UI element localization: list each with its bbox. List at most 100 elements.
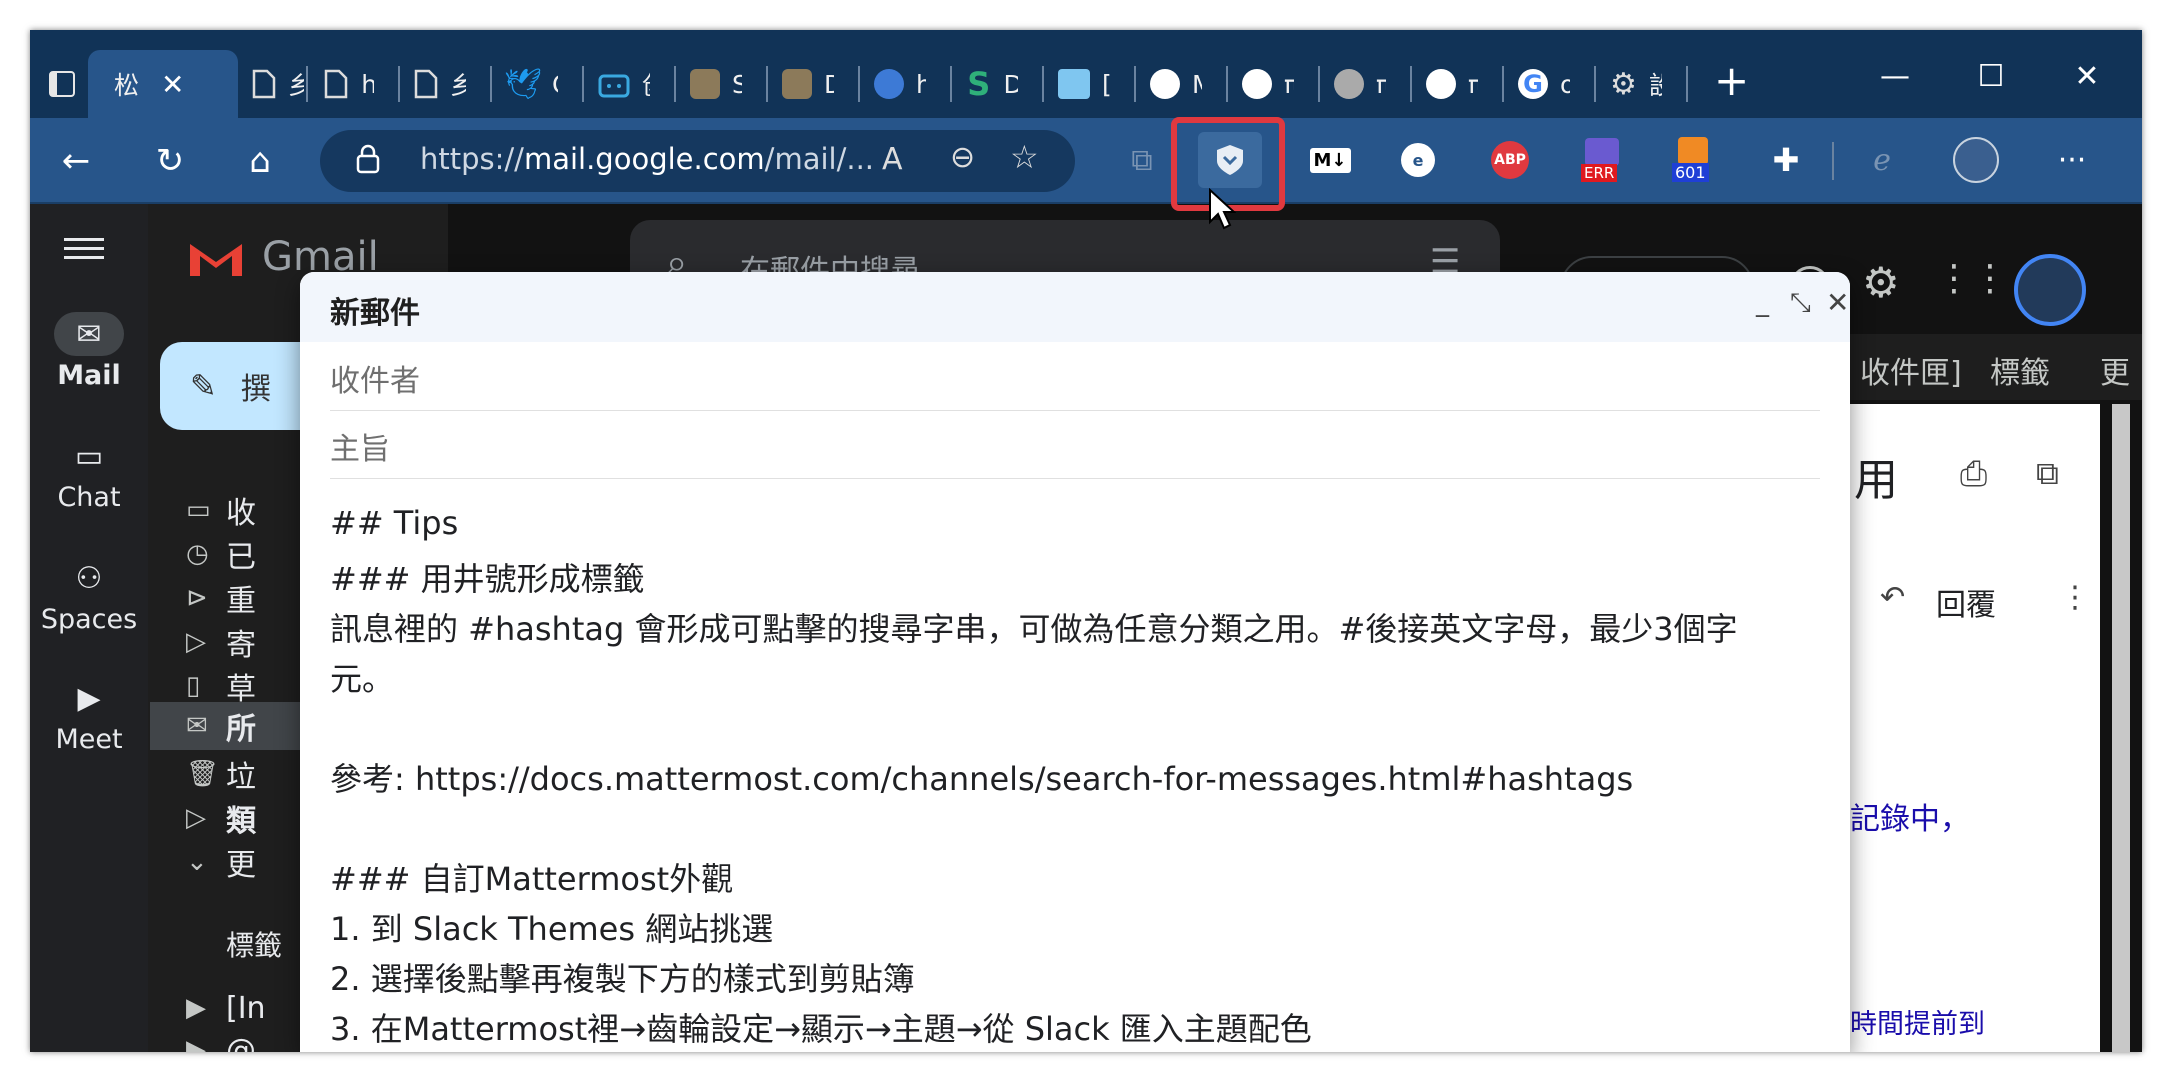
minimize-icon[interactable]: _ (1756, 288, 1769, 318)
zoom-out-icon[interactable]: ⊖ (950, 140, 975, 175)
apps-grid-icon[interactable]: ⋮⋮ (1936, 258, 2008, 299)
url-path: /mail/... (764, 142, 875, 176)
tab[interactable]: S D (952, 50, 1018, 118)
nav-label: 更 (226, 848, 256, 883)
mailbox-tabs: 收件匣] 標籤 更 (1840, 334, 2142, 400)
profile-avatar[interactable] (1950, 134, 2002, 186)
tab[interactable]: ⚙ 設 (1596, 50, 1662, 118)
maximize-button[interactable]: ☐ (1946, 50, 2036, 102)
nav-all-mail[interactable]: ✉ 所 (186, 706, 256, 747)
tab-label: h (361, 69, 374, 99)
nav-label: 類 (226, 804, 256, 839)
nav-snoozed[interactable]: ◷ 已 (186, 534, 256, 575)
home-button[interactable]: ⌂ (230, 132, 290, 190)
collections-icon[interactable]: ⧉ (1116, 134, 1168, 186)
pencil-icon: ✎ (190, 367, 217, 405)
rss-extension-icon[interactable]: 601 (1668, 134, 1720, 186)
close-window-button[interactable]: ✕ (2042, 50, 2132, 102)
back-button[interactable]: ← (46, 132, 106, 190)
tab[interactable]: M (1136, 50, 1202, 118)
tab[interactable]: 创 (584, 50, 650, 118)
tab[interactable]: D (768, 50, 834, 118)
to-field[interactable]: 收件者 (330, 342, 1820, 411)
send-icon: ▷ (186, 627, 206, 657)
browser-window: 松 ✕ 乡 h 乡 🕊 C 创 S (30, 30, 2142, 1052)
close-icon[interactable]: ✕ (1826, 286, 1849, 319)
minimize-button[interactable]: — (1850, 50, 1940, 102)
tab[interactable]: π (1412, 50, 1478, 118)
nav-drafts[interactable]: ▯ 草 (186, 666, 256, 707)
reply-arrow-icon[interactable]: ↶ (1880, 580, 1905, 615)
compose-body[interactable]: ## Tips ### 用井號形成標籤 訊息裡的 #hashtag 會形成可點擊… (300, 478, 1850, 1052)
open-new-window-icon[interactable]: ⧉ (2036, 454, 2059, 493)
rail-mail[interactable]: ✉ Mail (30, 312, 148, 391)
rail-spaces[interactable]: ⚇ Spaces (30, 556, 148, 636)
lock-icon (356, 144, 380, 174)
address-bar[interactable]: https://mail.google.com/mail/... A ⊖ ☆ (320, 130, 1075, 192)
eye-extension-icon[interactable]: e (1392, 134, 1444, 186)
adblock-plus-icon[interactable]: ABP (1484, 134, 1536, 186)
scrollbar[interactable] (2112, 404, 2130, 1052)
err-badge: ERR (1581, 164, 1618, 182)
rail-chat[interactable]: ▭ Chat (30, 434, 148, 514)
more-menu-button[interactable]: ··· (2046, 134, 2098, 186)
label-item[interactable]: ▶ [In (186, 988, 266, 1028)
message-link-text[interactable]: 記錄中， (1850, 794, 1970, 838)
new-tab-button[interactable]: + (1714, 56, 1749, 105)
nav-categories[interactable]: ▷ 類 (186, 798, 256, 839)
more-vert-icon[interactable]: ⋮ (2060, 580, 2090, 615)
tab[interactable]: π (1228, 50, 1294, 118)
nav-sent[interactable]: ▷ 寄 (186, 622, 256, 663)
tab-active[interactable]: 松 ✕ (88, 50, 238, 118)
hamburger-icon[interactable] (64, 232, 104, 265)
tab[interactable]: 乡 (400, 50, 466, 118)
rail-meet[interactable]: ▶ Meet (30, 676, 148, 756)
favorite-add-icon[interactable]: ☆ (1010, 138, 1039, 176)
tab-label: π (1284, 69, 1294, 99)
nav-label: 重 (226, 584, 256, 619)
settings-gear-icon[interactable]: ⚙ (1862, 258, 1900, 307)
extensions-puzzle-icon[interactable]: ✚ (1760, 134, 1812, 186)
tab-more-label[interactable]: 更 (2100, 348, 2130, 392)
rail-chat-label: Chat (57, 482, 121, 513)
tab-label: 创 (642, 66, 650, 102)
tab[interactable]: G o (1504, 50, 1570, 118)
tab[interactable]: [I (1044, 50, 1110, 118)
nav-more[interactable]: ⌄ 更 (186, 842, 256, 883)
sidebar-toggle-icon[interactable] (40, 62, 84, 106)
tab[interactable]: 🕊 C (492, 50, 558, 118)
tab[interactable]: π (1320, 50, 1386, 118)
account-avatar[interactable] (2014, 254, 2086, 326)
error-extension-icon[interactable]: ERR (1576, 134, 1628, 186)
label-icon: ▷ (186, 803, 206, 833)
tab[interactable]: S (676, 50, 742, 118)
markdown-extension-icon[interactable]: M↓ (1304, 134, 1356, 186)
tab[interactable]: h (308, 50, 374, 118)
nav-inbox[interactable]: ▭ 收 (186, 490, 256, 531)
read-aloud-icon[interactable]: A (882, 142, 903, 177)
nav-label: 寄 (226, 628, 256, 663)
tab[interactable]: 乡 (238, 50, 304, 118)
label-item[interactable]: ▶ @ (186, 1030, 256, 1053)
refresh-button[interactable]: ↻ (140, 132, 200, 190)
message-link-text[interactable]: 時間提前到 (1850, 1002, 1985, 1041)
rss-count-badge: 601 (1672, 163, 1709, 182)
compose-label: 撰 (240, 372, 271, 407)
subject-field[interactable]: 主旨 (330, 410, 1820, 479)
reply-label[interactable]: 回覆 (1936, 580, 1996, 624)
github-icon (1334, 67, 1364, 101)
nav-trash[interactable]: 🗑 垃 (186, 754, 256, 795)
ie-mode-icon[interactable]: ℯ (1856, 134, 1908, 186)
print-icon[interactable]: ⎙ (1960, 454, 1987, 494)
exit-fullscreen-icon[interactable]: ⤡ (1790, 288, 1811, 319)
label-icon: ▶ (186, 1035, 206, 1052)
gmail-tab-icon (102, 67, 112, 101)
tab-labels-label[interactable]: 標籤 (1990, 348, 2050, 392)
nav-important[interactable]: ⊳ 重 (186, 578, 256, 619)
tab-label: S (732, 69, 742, 99)
all-mail-icon: ✉ (186, 711, 208, 741)
close-icon[interactable]: ✕ (161, 68, 184, 101)
tab-inbox-label[interactable]: 收件匣] (1860, 348, 1962, 392)
tab[interactable]: h (860, 50, 926, 118)
draft-icon: ▯ (186, 671, 201, 701)
